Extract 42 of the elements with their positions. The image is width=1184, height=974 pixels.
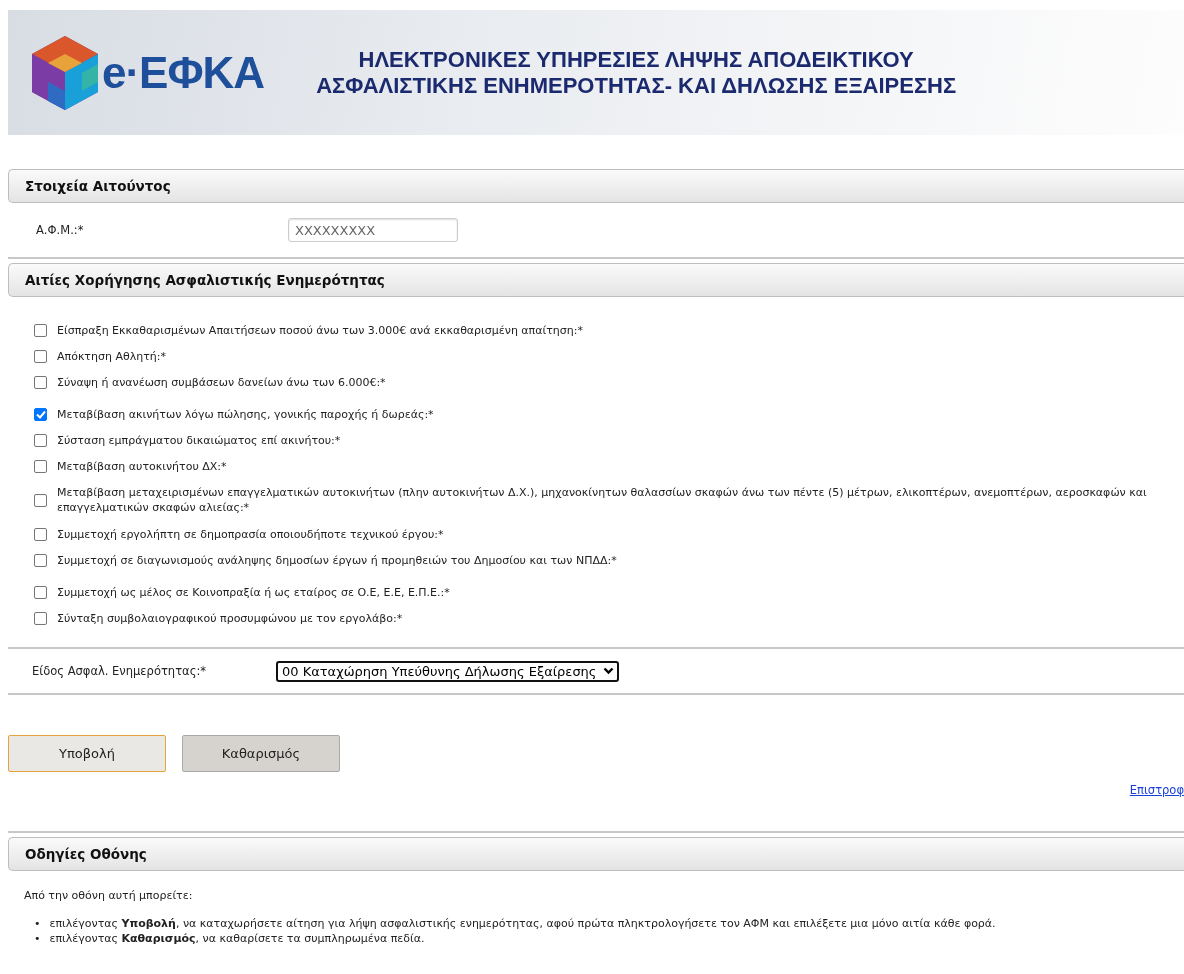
checkbox-label: Συμμετοχή εργολήπτη σε δημοπρασία οποιουδήποτε τεχνικού έργου:* <box>57 526 444 542</box>
checkbox-label: Σύνταξη συμβολαιογραφικού προσυμφώνου με τον εργολάβο:* <box>57 610 403 626</box>
checkbox[interactable] <box>34 323 47 337</box>
logo-icon <box>30 33 100 112</box>
checkbox-label: Απόκτηση Αθλητή:* <box>57 348 166 364</box>
checkbox-label: Μεταβίβαση αυτοκινήτου ΔΧ:* <box>57 458 227 474</box>
checkbox-label: Συμμετοχή σε διαγωνισμούς ανάληψης δημοσίων έργων ή προμηθειών του Δημοσίου και των ΝΠΔΔ:* <box>57 552 617 568</box>
checkbox[interactable] <box>34 585 47 599</box>
checkbox[interactable] <box>34 611 47 625</box>
checkbox-label: Συμμετοχή ως μέλος σε Κοινοπραξία ή ως εταίρος σε Ο.Ε, Ε.Ε, Ε.Π.Ε.:* <box>57 584 450 600</box>
bullet-marker: • <box>34 931 41 946</box>
checkbox[interactable] <box>34 375 47 389</box>
checkbox[interactable] <box>34 349 47 363</box>
checkbox[interactable] <box>34 407 47 421</box>
instruction-item: επιλέγοντας Καθαρισμός, να καθαρίσετε τα συμπληρωμένα πεδία. <box>49 931 425 946</box>
checkbox-label: Μεταβίβαση ακινήτων λόγω πώλησης, γονικής παροχής ή δωρεάς:* <box>57 406 434 422</box>
checkbox-label: Είσπραξη Εκκαθαρισμένων Απαιτήσεων ποσού άνω των 3.000€ ανά εκκαθαρισμένη απαίτηση:* <box>57 322 583 338</box>
logo-text: e·ΕΦΚΑ <box>102 47 265 98</box>
checkbox[interactable] <box>34 527 47 541</box>
page-title: ΑΣΦΑΛΙΣΤΙΚΗΣ ΕΝΗΜΕΡΟΤΗΤΑΣ- ΚΑΙ ΔΗΛΩΣΗΣ ΕΞΑΙΡΕΣΗΣ <box>316 72 957 99</box>
afm-label: Α.Φ.Μ.:* <box>36 223 85 237</box>
checkbox-label: Σύναψη ή ανανέωση συμβάσεων δανείων άνω των 6.000€:* <box>57 374 386 390</box>
checkbox-label: Μεταβίβαση μεταχειρισμένων επαγγελματικών αυτοκινήτων (πλην αυτοκινήτων Δ.Χ.), μηχανοκίνητων θαλασσίων σκαφών άνω των πέντε (5) μέτρων, ελικοπτέρων, ανεμοπτέρων, αεροσκαφών και επαγγελματικών σκαφών αλιείας:* <box>57 485 1148 515</box>
section-header: Αιτίες Χορήγησης Ασφαλιστικής Ενημερότητας <box>8 263 1184 297</box>
bullet-marker: • <box>34 916 41 931</box>
type-dropdown[interactable]: 00 Καταχώρηση Υπεύθυνης Δήλωσης Εξαίρεσης <box>276 660 619 682</box>
page-title: ΗΛΕΚΤΡΟΝΙΚΕΣ ΥΠΗΡΕΣΙΕΣ ΛΗΨΗΣ ΑΠΟΔΕΙΚΤΙΚΟΥ <box>358 46 914 73</box>
instruction-item: επιλέγοντας Υποβολή, να καταχωρήσετε αίτηση για λήψη ασφαλιστικής ενημερότητας, αφού πρώτα πληκτρολογήσετε τον ΑΦΜ και επιλέξετε μια μόνο αιτία κάθε φορά. <box>49 916 996 931</box>
checkbox[interactable] <box>34 553 47 567</box>
back-link[interactable]: Επιστροφ <box>1129 783 1184 797</box>
checkbox[interactable] <box>34 493 47 507</box>
submit-button[interactable]: Υποβολή <box>8 735 166 772</box>
instructions-intro: Από την οθόνη αυτή μπορείτε: <box>24 889 194 902</box>
checkbox-label: Σύσταση εμπράγματου δικαιώματος επί ακινήτου:* <box>57 432 341 448</box>
checkbox[interactable] <box>34 433 47 447</box>
type-label: Είδος Ασφαλ. Ενημερότητας:* <box>32 664 207 678</box>
checkbox[interactable] <box>34 459 47 473</box>
section-header: Οδηγίες Οθόνης <box>8 837 1184 871</box>
chevron-icon <box>602 667 614 675</box>
clear-button[interactable]: Καθαρισμός <box>182 735 340 772</box>
afm-input-field[interactable]: XXXXXXXXX <box>288 218 458 242</box>
section-header: Στοιχεία Αιτούντος <box>8 169 1184 203</box>
